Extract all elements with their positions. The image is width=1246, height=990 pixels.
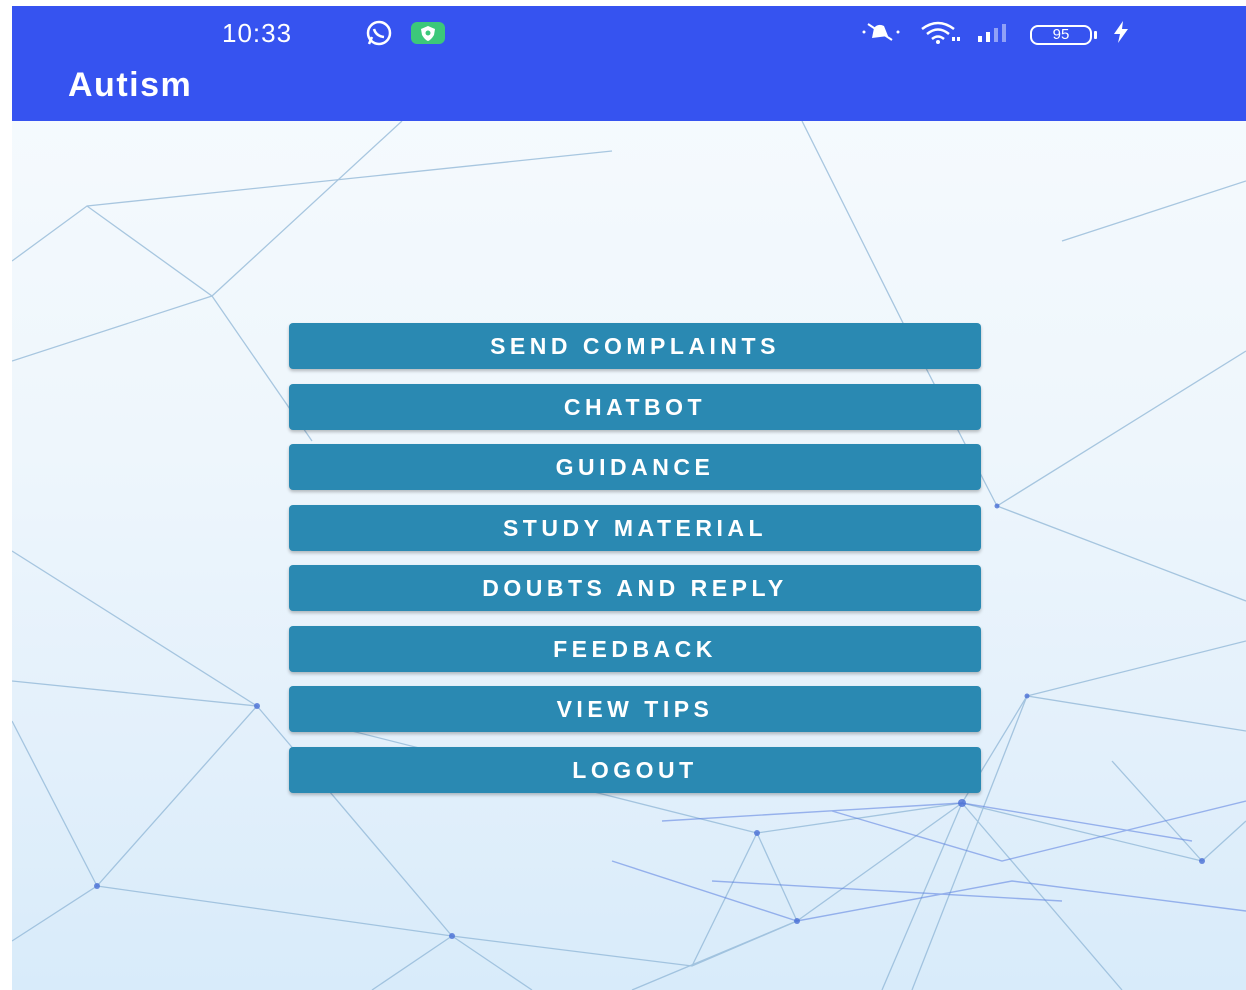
charging-icon xyxy=(1111,20,1131,49)
send-complaints-button[interactable]: SEND COMPLAINTS xyxy=(289,323,981,369)
status-right-icons: 95 xyxy=(860,20,1131,49)
mute-icon xyxy=(860,20,904,49)
feedback-button[interactable]: FEEDBACK xyxy=(289,625,981,672)
logout-button[interactable]: LOGOUT xyxy=(289,746,981,793)
app-title: Autism xyxy=(68,66,193,104)
status-left-icons xyxy=(364,19,446,52)
guidance-button[interactable]: GUIDANCE xyxy=(289,444,981,490)
study-material-button[interactable]: STUDY MATERIAL xyxy=(289,504,981,551)
doubts-and-reply-button[interactable]: DOUBTS AND REPLY xyxy=(289,565,981,611)
app-bar: 10:33 95 Autism xyxy=(12,6,1246,121)
main-menu: SEND COMPLAINTS CHATBOT GUIDANCE STUDY M… xyxy=(289,323,981,807)
status-time: 10:33 xyxy=(222,18,293,48)
shield-icon xyxy=(410,21,446,50)
app-screen: 10:33 95 Autism SEND COMPLAINTS CHATBOT … xyxy=(12,6,1246,990)
view-tips-button[interactable]: VIEW TIPS xyxy=(289,686,981,732)
whatsapp-icon xyxy=(364,19,394,52)
signal-icon xyxy=(976,20,1016,49)
chatbot-button[interactable]: CHATBOT xyxy=(289,383,981,430)
battery-icon: 95 xyxy=(1030,24,1097,45)
battery-level: 95 xyxy=(1030,24,1092,45)
wifi-icon xyxy=(918,20,962,49)
